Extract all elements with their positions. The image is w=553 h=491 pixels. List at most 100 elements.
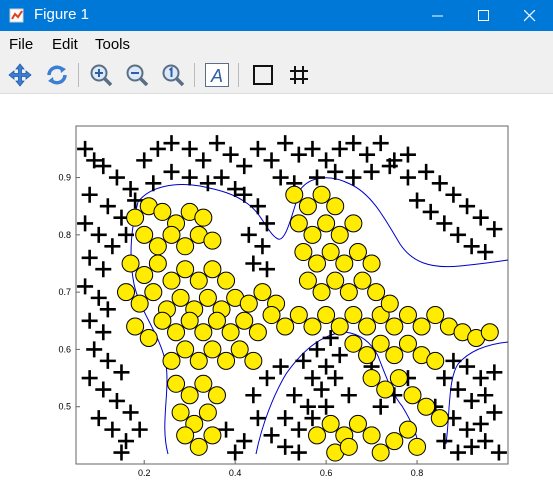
circle-point — [408, 437, 427, 456]
maximize-icon — [478, 9, 489, 21]
circle-point — [430, 409, 449, 428]
x-tick-label: 0.8 — [411, 468, 424, 478]
text-tool-button[interactable]: A — [202, 60, 232, 90]
circle-point — [144, 283, 163, 302]
x-tick-label: 0.6 — [320, 468, 333, 478]
circle-point — [148, 237, 167, 256]
circle-point — [371, 334, 390, 353]
circle-point — [385, 317, 404, 336]
text-icon: A — [205, 63, 229, 87]
zoom-out-button[interactable] — [122, 60, 152, 90]
grid-icon — [290, 66, 308, 84]
circle-point — [194, 374, 213, 393]
circle-point — [326, 197, 345, 216]
circle-point — [207, 386, 226, 405]
menu-file[interactable]: File — [9, 36, 33, 53]
figure-canvas: 0.2 0.4 0.6 0.8 0.5 0.6 0.7 0.8 0.9 — [0, 94, 553, 486]
minimize-button[interactable] — [415, 0, 461, 31]
toolbar-separator — [238, 63, 239, 87]
circle-point — [148, 254, 167, 273]
pan-icon — [8, 63, 32, 87]
window-title: Figure 1 — [34, 6, 90, 23]
zoom-in-button[interactable] — [86, 60, 116, 90]
circle-point — [217, 351, 236, 370]
menu-bar: File Edit Tools — [0, 31, 553, 57]
circle-point — [171, 403, 190, 422]
circle-point — [480, 323, 499, 342]
circle-point — [358, 317, 377, 336]
svg-text:A: A — [210, 66, 223, 86]
circle-point — [321, 243, 340, 262]
circle-point — [398, 306, 417, 325]
circle-point — [135, 225, 154, 244]
circle-point — [308, 254, 327, 273]
circle-point — [330, 317, 349, 336]
circle-point — [403, 386, 422, 405]
circle-point — [289, 214, 308, 233]
circle-point — [207, 311, 226, 330]
circle-point — [167, 374, 186, 393]
circle-point — [153, 311, 172, 330]
circle-point — [348, 414, 367, 433]
circle-point — [344, 214, 363, 233]
circle-point — [139, 328, 158, 347]
zoom-in-icon — [90, 64, 113, 87]
circle-point — [126, 208, 145, 227]
zoom-reset-button[interactable] — [158, 60, 188, 90]
circle-point — [167, 323, 186, 342]
circle-point — [348, 243, 367, 262]
circle-point — [321, 414, 340, 433]
circle-point — [389, 369, 408, 388]
circle-point — [312, 283, 331, 302]
rectangle-icon — [253, 65, 273, 85]
menu-tools[interactable]: Tools — [95, 36, 130, 53]
circle-point — [135, 265, 154, 284]
rotate-icon — [47, 65, 67, 85]
title-bar: Figure 1 — [0, 0, 553, 31]
pan-button[interactable] — [5, 60, 35, 90]
circle-point — [126, 317, 145, 336]
circle-point — [298, 197, 317, 216]
circle-point — [298, 271, 317, 290]
circle-point — [230, 340, 249, 359]
circle-point — [248, 323, 267, 342]
circle-point — [180, 386, 199, 405]
circle-point — [198, 288, 217, 307]
circle-point — [239, 294, 258, 313]
circle-point — [339, 283, 358, 302]
circle-point — [203, 426, 222, 445]
circle-point — [308, 426, 327, 445]
y-tick-label: 0.7 — [58, 287, 71, 297]
menu-edit[interactable]: Edit — [52, 36, 78, 53]
circle-point — [117, 283, 136, 302]
circle-point — [189, 271, 208, 290]
maximize-button[interactable] — [461, 0, 507, 31]
circle-point — [398, 334, 417, 353]
close-button[interactable] — [507, 0, 553, 31]
circle-point — [417, 397, 436, 416]
circle-point — [353, 271, 372, 290]
circle-point — [235, 311, 254, 330]
circle-point — [171, 288, 190, 307]
circle-point — [262, 306, 281, 325]
circle-point — [194, 208, 213, 227]
y-tick-label: 0.5 — [58, 402, 71, 412]
circle-point — [162, 271, 181, 290]
circle-point — [385, 346, 404, 365]
circle-point — [176, 340, 195, 359]
rectangle-tool-button[interactable] — [248, 60, 278, 90]
circle-point — [376, 380, 395, 399]
circle-point — [317, 214, 336, 233]
circle-point — [303, 225, 322, 244]
circle-point — [203, 260, 222, 279]
circle-point — [317, 306, 336, 325]
grid-toggle-button[interactable] — [284, 60, 314, 90]
circle-point — [326, 271, 345, 290]
circle-point — [367, 283, 386, 302]
circle-point — [294, 243, 313, 262]
rotate-button[interactable] — [42, 60, 72, 90]
circle-point — [358, 346, 377, 365]
circle-point — [162, 225, 181, 244]
circle-point — [244, 351, 263, 370]
circle-point — [335, 254, 354, 273]
